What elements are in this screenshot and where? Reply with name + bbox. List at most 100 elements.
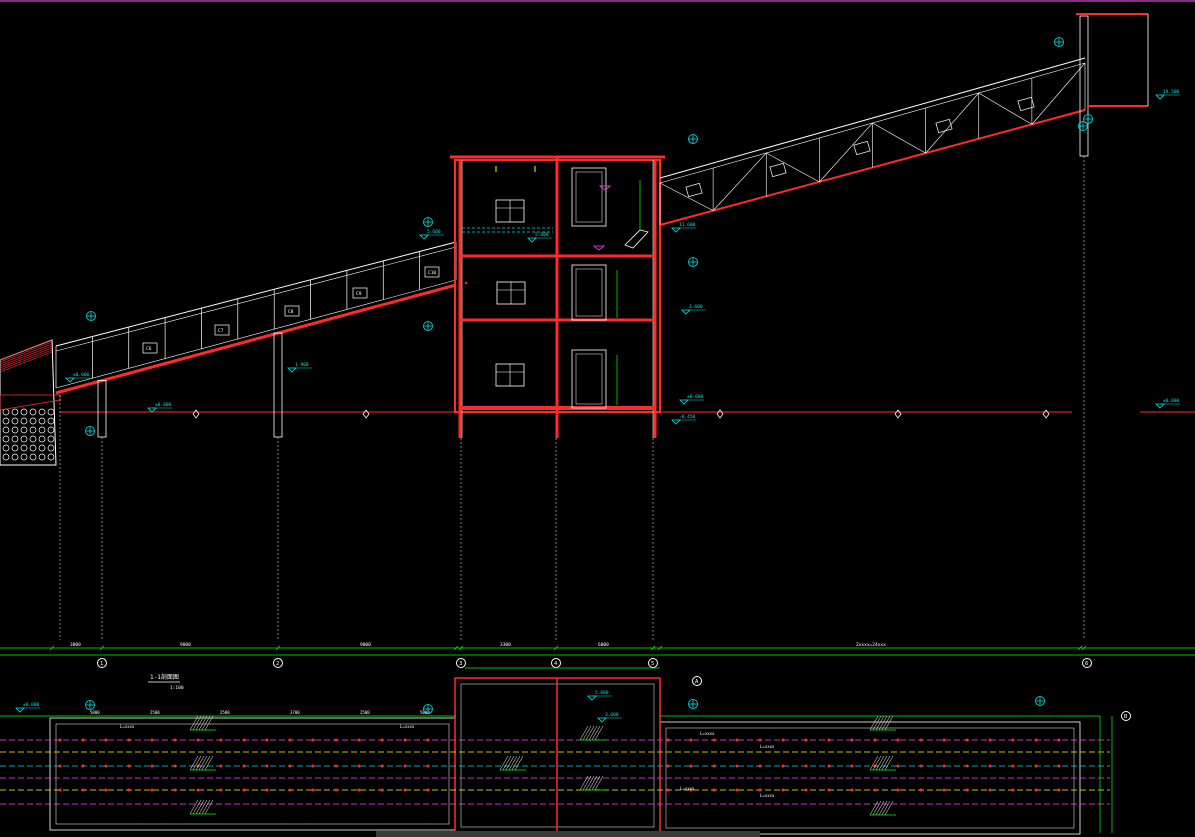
- elevation-marker: [147, 407, 157, 413]
- elevation-marker: [65, 377, 75, 383]
- grid-axis-bubble: 2: [276, 661, 279, 667]
- dimension-text: 9000: [360, 642, 371, 648]
- elevation-tag: 11.600: [679, 222, 696, 228]
- elevation-marker: [587, 695, 597, 701]
- wall-hatch: [0, 347, 53, 369]
- roller: [246, 340, 250, 344]
- wall-hatch: [0, 349, 53, 371]
- door-inner: [575, 268, 603, 317]
- plan-column-dot: [965, 738, 969, 742]
- plan-column-dot: [242, 738, 246, 742]
- plan-column-dot: [942, 764, 946, 768]
- plan-column-dot: [873, 738, 877, 742]
- plan-column-dot: [150, 764, 154, 768]
- stair-rail: [624, 229, 649, 249]
- plan-left-gallery-inner: [55, 723, 450, 825]
- gravel-fill: [20, 435, 28, 443]
- plan-column-dot: [173, 788, 177, 792]
- elevation-tag: 1.900: [295, 362, 309, 368]
- conveyor-tag: C8: [288, 309, 294, 315]
- gravel-fill: [38, 444, 46, 452]
- plan-column-dot: [781, 764, 785, 768]
- gravel-fill: [11, 444, 19, 452]
- elevation-tag: -0.450: [679, 414, 696, 420]
- door-inner: [575, 171, 603, 223]
- elevation-marker: [15, 707, 25, 713]
- plan-column-dot: [827, 788, 831, 792]
- roller: [319, 321, 322, 324]
- gravel-fill: [2, 435, 10, 443]
- dimension-text: 3300: [500, 642, 511, 648]
- conveyor-tag-box: [853, 140, 871, 156]
- plan-column-dot: [288, 764, 292, 768]
- elevation-marker: [419, 234, 429, 240]
- plan-column-dot: [919, 788, 923, 792]
- plan-column-dot: [357, 764, 361, 768]
- plan-column-dot: [850, 764, 854, 768]
- elevation-tag: ±0.000: [73, 372, 90, 378]
- gravel-fill: [38, 426, 46, 434]
- cad-drawing-canvas[interactable]: C6C7C8C9C10±0.000±0.0001.9005.6005.60011…: [0, 0, 1195, 837]
- wall-hatch: [0, 339, 53, 361]
- plan-column-dot: [426, 738, 430, 742]
- plan-column-dot: [988, 788, 992, 792]
- plan-column-dot: [804, 764, 808, 768]
- roller: [464, 281, 468, 285]
- elevation-tag: ±0.000: [687, 394, 704, 400]
- plan-column-dot: [896, 788, 900, 792]
- gravel-fill: [2, 453, 10, 461]
- door-inner: [575, 353, 603, 405]
- section-scale: 1:100: [170, 685, 184, 691]
- gravel-fill: [11, 435, 19, 443]
- plan-column-dot: [781, 738, 785, 742]
- gravel-fill: [29, 408, 37, 416]
- elevation-tag: 5.600: [535, 232, 549, 238]
- plan-column-dot: [311, 788, 315, 792]
- plan-column-dot: [334, 764, 338, 768]
- gravel-fill: [11, 453, 19, 461]
- plan-column-dot: [689, 764, 693, 768]
- plan-column-dot: [104, 788, 108, 792]
- door: [571, 349, 607, 409]
- plan-column-dot: [265, 788, 269, 792]
- elevation-marker: [671, 419, 681, 425]
- ground-marker: [362, 409, 370, 419]
- plan-column-dot: [288, 738, 292, 742]
- plan-column-dot: [919, 764, 923, 768]
- plan-column-dot: [403, 738, 407, 742]
- roller: [64, 389, 68, 393]
- dimension-text: 2xxxx=24xxx: [856, 642, 886, 648]
- grid-axis-bubble: 4: [554, 661, 558, 667]
- gravel-fill: [38, 408, 46, 416]
- plan-column-dot: [781, 788, 785, 792]
- plan-column-dot: [666, 764, 670, 768]
- ground-marker: [1042, 409, 1050, 419]
- plan-column-dot: [173, 764, 177, 768]
- gravel-fill: [20, 444, 28, 452]
- plan-column-dot: [896, 764, 900, 768]
- gravel-fill: [20, 426, 28, 434]
- plan-column-dot: [196, 788, 200, 792]
- gravel-fill: [47, 453, 55, 461]
- gravel-fill: [20, 453, 28, 461]
- conveyor-tag-box: [685, 182, 703, 198]
- plan-column-dot: [104, 738, 108, 742]
- gallery-floor: [55, 283, 457, 395]
- plan-column-dot: [758, 764, 762, 768]
- plan-column-dot: [196, 738, 200, 742]
- roller: [137, 370, 140, 373]
- horizontal-scrollbar[interactable]: [376, 831, 760, 837]
- elevation-tag: ±0.000: [23, 702, 40, 708]
- plan-text: L=xxxx: [700, 731, 715, 736]
- plan-column-dot: [1057, 764, 1061, 768]
- elevation-tag: 3.600: [689, 304, 703, 310]
- plan-dimension-text: 3700: [290, 710, 300, 715]
- gallery-roof: [55, 241, 457, 347]
- plan-column-dot: [104, 764, 108, 768]
- gravel-fill: [20, 417, 28, 425]
- truss-diagonal: [766, 152, 820, 183]
- plan-column-dot: [689, 738, 693, 742]
- plan-column-dot: [81, 738, 85, 742]
- plan-text: L=xxxx: [120, 724, 135, 729]
- plan-column-dot: [127, 738, 131, 742]
